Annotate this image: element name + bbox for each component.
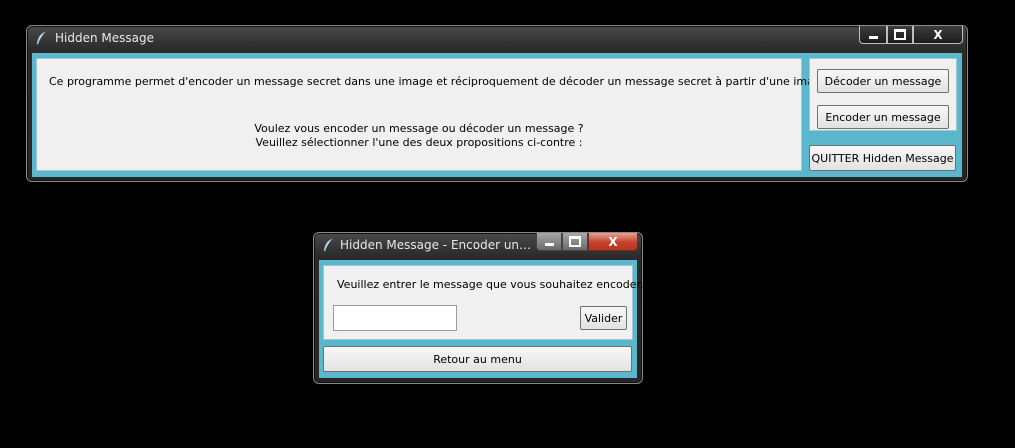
minimize-button[interactable] xyxy=(536,233,562,251)
minimize-icon xyxy=(868,36,878,39)
close-button[interactable]: X xyxy=(913,26,963,44)
close-icon: X xyxy=(608,234,618,249)
window-controls: X xyxy=(536,233,638,251)
close-icon: X xyxy=(933,27,943,42)
encode-prompt: Veuillez entrer le message que vous souh… xyxy=(337,278,644,291)
info-panel: Ce programme permet d'encoder un message… xyxy=(36,58,831,171)
window-title: Hidden Message - Encoder un me... xyxy=(340,238,534,252)
choice-panel: Décoder un message Encoder un message xyxy=(809,58,957,131)
window-title: Hidden Message xyxy=(55,31,154,45)
intro-text: Ce programme permet d'encoder un message… xyxy=(49,75,832,88)
close-button[interactable]: X xyxy=(588,233,638,251)
feather-icon xyxy=(35,31,47,45)
encode-client-area: Veuillez entrer le message que vous souh… xyxy=(319,260,643,378)
minimize-icon xyxy=(544,243,554,246)
decode-message-button[interactable]: Décoder un message xyxy=(817,69,949,93)
message-input[interactable] xyxy=(333,305,457,331)
feather-icon xyxy=(322,238,334,252)
window-controls: X xyxy=(859,26,963,44)
question-line-1: Voulez vous encoder un message ou décode… xyxy=(254,122,584,135)
maximize-icon xyxy=(894,29,906,40)
main-client-area: Ce programme permet d'encoder un message… xyxy=(32,53,962,177)
back-to-menu-button[interactable]: Retour au menu xyxy=(323,346,632,372)
encode-window: Hidden Message - Encoder un me... X Veui… xyxy=(313,232,643,384)
main-window: Hidden Message X Ce programme permet d'e… xyxy=(26,25,968,182)
minimize-button[interactable] xyxy=(859,26,887,44)
maximize-button[interactable] xyxy=(887,26,913,44)
question-line-2: Veuillez sélectionner l'une des deux pro… xyxy=(255,136,583,149)
quit-button[interactable]: QUITTER Hidden Message xyxy=(809,145,956,171)
maximize-icon xyxy=(569,236,581,247)
encode-message-button[interactable]: Encoder un message xyxy=(817,105,949,129)
main-titlebar[interactable]: Hidden Message X xyxy=(27,26,967,50)
encode-titlebar[interactable]: Hidden Message - Encoder un me... X xyxy=(314,233,642,257)
maximize-button[interactable] xyxy=(562,233,588,251)
encode-input-panel: Veuillez entrer le message que vous souh… xyxy=(323,265,643,340)
validate-button[interactable]: Valider xyxy=(580,306,627,330)
